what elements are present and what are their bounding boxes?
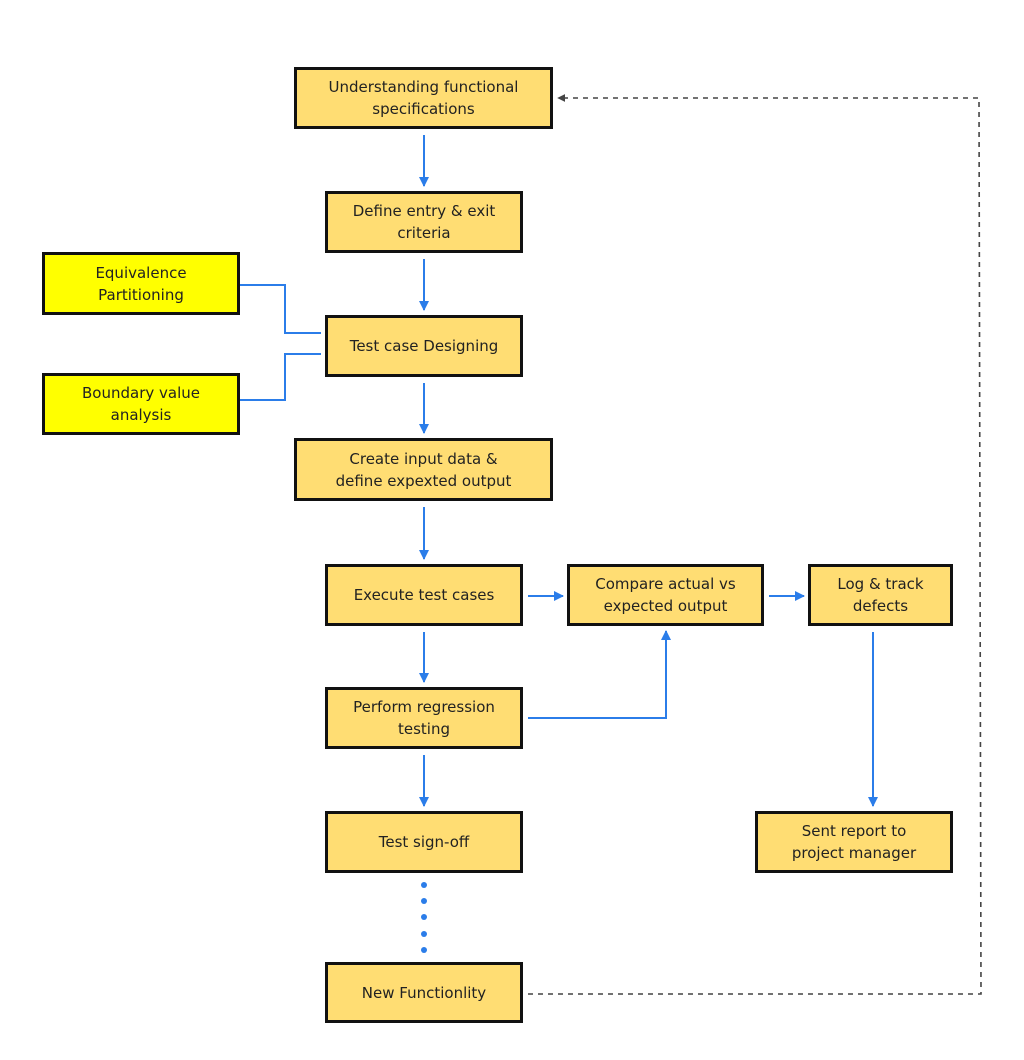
node-label: Equivalence Partitioning (95, 263, 187, 304)
connectors-layer (240, 94, 982, 995)
node-label: Log & track defects (837, 575, 924, 615)
dot (421, 947, 427, 953)
edge-boundary-design (240, 353, 321, 401)
node-execute[interactable]: Execute test cases (325, 564, 523, 626)
node-regression[interactable]: Perform regression testing (325, 687, 523, 749)
node-label: Define entry & exit criteria (352, 202, 496, 242)
node-equivalence[interactable]: Equivalence Partitioning (42, 252, 240, 315)
node-label: Test case Designing (349, 337, 499, 355)
node-label: Sent report to project manager (791, 822, 917, 862)
node-label: Perform regression testing (353, 698, 495, 738)
dot (421, 931, 427, 937)
node-newfunc[interactable]: New Functionlity (325, 962, 523, 1023)
node-understand[interactable]: Understanding functional specifications (294, 67, 553, 129)
node-create[interactable]: Create input data & define expexted outp… (294, 438, 553, 501)
node-label: Execute test cases (353, 586, 495, 604)
edge-regression-compare (528, 630, 671, 719)
node-compare[interactable]: Compare actual vs expected output (567, 564, 764, 626)
node-label: Create input data & define expexted outp… (335, 449, 512, 490)
node-boundary[interactable]: Boundary value analysis (42, 373, 240, 435)
node-design[interactable]: Test case Designing (325, 315, 523, 377)
node-label: New Functionlity (361, 983, 487, 1002)
node-report[interactable]: Sent report to project manager (755, 811, 953, 873)
dot (421, 898, 427, 904)
dot (421, 882, 427, 888)
node-label: Test sign-off (378, 833, 470, 851)
node-signoff[interactable]: Test sign-off (325, 811, 523, 873)
node-label: Compare actual vs expected output (595, 575, 736, 615)
dot (421, 914, 427, 920)
edge-signoff-newfunc (421, 882, 427, 953)
node-define[interactable]: Define entry & exit criteria (325, 191, 523, 253)
edge-equivalence-design (240, 284, 321, 334)
node-label: Boundary value analysis (82, 384, 200, 424)
node-label: Understanding functional specifications (328, 78, 519, 118)
node-log[interactable]: Log & track defects (808, 564, 953, 626)
